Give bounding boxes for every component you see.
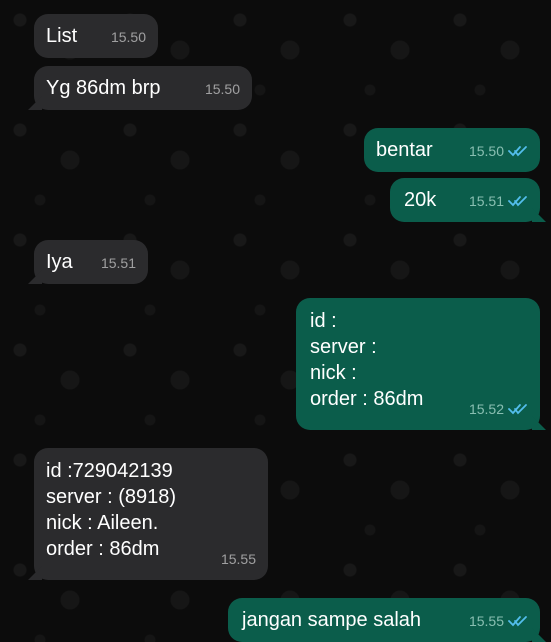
message-meta: 15.55	[221, 546, 256, 572]
message-time: 15.55	[220, 551, 256, 567]
message-time: 15.55	[468, 613, 504, 629]
outgoing-message[interactable]: jangan sampe salah 15.55	[228, 598, 540, 642]
message-text: id :729042139 server : (8918) nick : Ail…	[46, 460, 177, 560]
message-meta: 15.51	[469, 188, 528, 214]
message-meta: 15.55	[469, 608, 528, 634]
message-time: 15.50	[468, 143, 504, 159]
message-text: Iya	[46, 251, 73, 273]
message-text: bentar	[376, 139, 433, 161]
message-meta: 15.50	[111, 24, 146, 50]
outgoing-message[interactable]: id : server : nick : order : 86dm 15.52	[296, 298, 540, 430]
incoming-message[interactable]: id :729042139 server : (8918) nick : Ail…	[34, 448, 268, 580]
message-text: id : server : nick : order : 86dm	[310, 310, 424, 410]
incoming-message[interactable]: List 15.50	[34, 14, 158, 58]
double-check-icon	[508, 616, 527, 627]
message-time: 15.50	[204, 81, 240, 97]
chat-thread[interactable]: List 15.50 Yg 86dm brp 15.50 bentar 15.5…	[0, 0, 551, 642]
double-check-icon	[508, 146, 527, 157]
message-text: Yg 86dm brp	[46, 77, 161, 99]
message-time: 15.51	[100, 255, 136, 271]
message-text: List	[46, 25, 78, 47]
message-text: jangan sampe salah	[242, 609, 422, 631]
message-time: 15.51	[468, 193, 504, 209]
message-meta: 15.52	[469, 396, 528, 422]
incoming-message[interactable]: Yg 86dm brp 15.50	[34, 66, 252, 110]
message-time: 15.52	[468, 401, 504, 417]
message-meta: 15.50	[469, 138, 528, 164]
message-meta: 15.50	[205, 76, 240, 102]
message-time: 15.50	[110, 29, 146, 45]
incoming-message[interactable]: Iya 15.51	[34, 240, 148, 284]
outgoing-message[interactable]: 20k 15.51	[390, 178, 540, 222]
message-meta: 15.51	[101, 250, 136, 276]
outgoing-message[interactable]: bentar 15.50	[364, 128, 540, 172]
double-check-icon	[508, 404, 527, 415]
message-text: 20k	[404, 189, 437, 211]
double-check-icon	[508, 196, 527, 207]
